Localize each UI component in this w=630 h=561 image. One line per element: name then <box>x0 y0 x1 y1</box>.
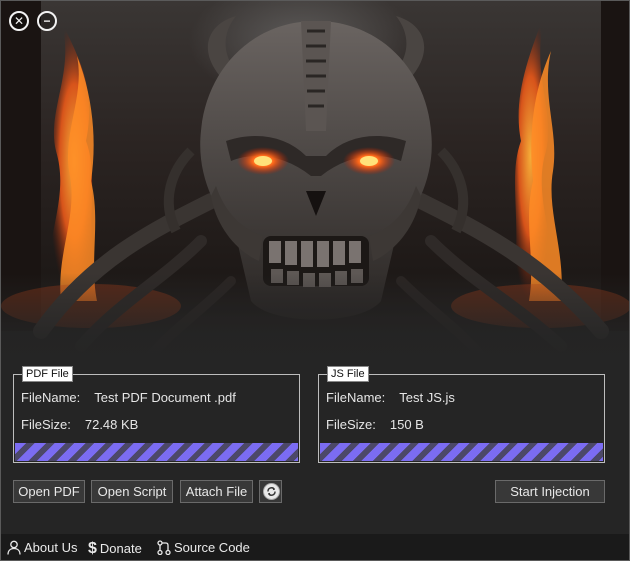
minimize-icon: − <box>43 14 51 28</box>
pdf-file-group: PDF File FileName: Test PDF Document .pdf… <box>13 366 300 463</box>
close-icon: ✕ <box>13 14 25 28</box>
js-filename-value: Test JS.js <box>399 390 455 405</box>
js-group-title: JS File <box>327 366 369 382</box>
open-script-button[interactable]: Open Script <box>91 480 173 503</box>
hero-artwork <box>1 1 629 363</box>
refresh-button[interactable] <box>259 480 282 503</box>
attach-file-button[interactable]: Attach File <box>180 480 253 503</box>
pdf-filesize-value: 72.48 KB <box>84 417 139 432</box>
js-filesize-value: 150 B <box>389 417 424 432</box>
start-injection-button[interactable]: Start Injection <box>495 480 605 503</box>
pdf-progress-bar <box>15 443 298 461</box>
footer-bar: About Us $ Donate Source Code <box>1 534 629 560</box>
js-filename-row: FileName: Test JS.js <box>326 390 455 405</box>
pdf-filename-row: FileName: Test PDF Document .pdf <box>21 390 236 405</box>
git-branch-icon <box>157 540 171 556</box>
app-window: ✕ − PDF File FileName: Test PDF Document … <box>0 0 630 561</box>
user-icon <box>7 540 21 555</box>
pdf-group-title: PDF File <box>22 366 73 382</box>
source-code-link[interactable]: Source Code <box>157 540 250 556</box>
about-us-link[interactable]: About Us <box>7 540 77 555</box>
open-pdf-button[interactable]: Open PDF <box>13 480 85 503</box>
js-filesize-row: FileSize: 150 B <box>326 417 424 432</box>
js-filename-label: FileName: <box>326 390 386 405</box>
donate-label: Donate <box>99 541 142 556</box>
refresh-icon <box>263 483 280 500</box>
minimize-button[interactable]: − <box>37 11 57 31</box>
js-progress-bar <box>320 443 603 461</box>
js-file-group: JS File FileName: Test JS.js FileSize: 150… <box>318 366 605 463</box>
pdf-filesize-row: FileSize: 72.48 KB <box>21 417 138 432</box>
pdf-filesize-label: FileSize: <box>21 417 71 432</box>
source-code-label: Source Code <box>174 540 250 555</box>
about-us-label: About Us <box>24 540 78 555</box>
close-button[interactable]: ✕ <box>9 11 29 31</box>
pdf-filename-value: Test PDF Document .pdf <box>94 390 236 405</box>
dollar-icon: $ <box>88 540 97 557</box>
js-filesize-label: FileSize: <box>326 417 376 432</box>
pdf-filename-label: FileName: <box>21 390 81 405</box>
donate-link[interactable]: $ Donate <box>88 540 142 558</box>
